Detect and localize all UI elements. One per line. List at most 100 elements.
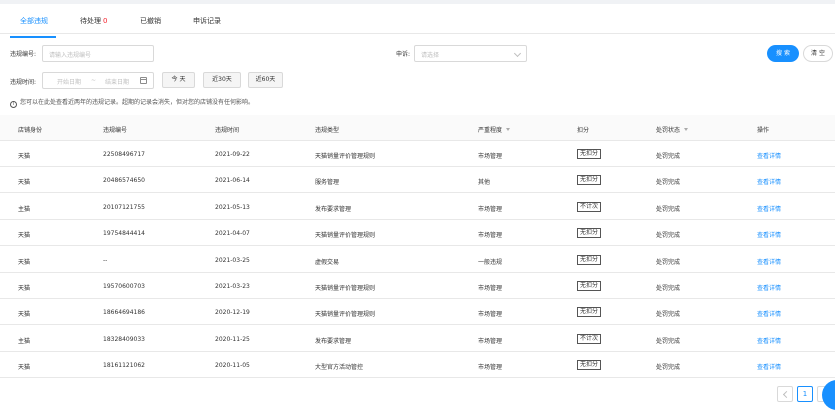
cell-violation-time: 2021-04-07 (215, 230, 250, 238)
cell-store-identity: 主猫 (18, 337, 31, 345)
violation-no-placeholder: 请输入违规编号 (49, 52, 92, 59)
date-range-separator: ~ (91, 77, 97, 84)
cell-deduction: 无扣分 (577, 281, 602, 291)
cell-severity: 市场管理 (478, 364, 503, 372)
chevron-down-icon (513, 49, 522, 58)
view-details-link[interactable]: 查看详情 (757, 151, 781, 160)
cell-deduction: 无扣分 (577, 149, 602, 159)
table-row: 天猫 19570600703 2021-03-23 天猫销量评价管理规则 市场管理 无扣分… (0, 273, 835, 299)
quick-30-days-button[interactable]: 近30天 (203, 72, 241, 88)
cell-violation-time: 2021-09-22 (215, 151, 250, 158)
col-penalty-status[interactable]: 处罚状态 (656, 125, 689, 134)
cell-penalty-status: 处罚完成 (656, 205, 681, 213)
cell-penalty-status: 处罚完成 (656, 153, 681, 160)
cell-deduction: 无扣分 (577, 254, 602, 265)
view-details-link[interactable]: 查看详情 (757, 309, 781, 318)
cell-deduction: 无扣分 (577, 175, 602, 186)
col-severity[interactable]: 严重程度 (478, 125, 511, 134)
tab-all-violations[interactable]: 全部违规 (20, 16, 48, 26)
cell-violation-type: 发布要求管理 (315, 337, 352, 345)
cell-store-identity: 天猫 (18, 153, 31, 160)
cell-deduction: 无扣分 (577, 307, 602, 318)
filter-icon[interactable] (506, 128, 511, 131)
clear-button[interactable]: 清 空 (803, 45, 833, 62)
violation-time-label: 违规时间: (10, 79, 37, 86)
cell-penalty-status: 处罚完成 (656, 232, 681, 240)
cell-violation-no: 18328409033 (103, 335, 145, 343)
cell-penalty-status: 处罚完成 (656, 258, 681, 266)
view-details-link[interactable]: 查看详情 (757, 230, 781, 239)
cell-deduction: 不计次 (577, 201, 602, 212)
violation-no-input[interactable]: 请输入违规编号 (42, 45, 154, 62)
table-row: 天猫 18664694186 2020-12-19 天猫销量评价管理规则 市场管理 无扣分… (0, 299, 835, 326)
cell-violation-no: 19570600703 (103, 283, 145, 290)
prev-page-button[interactable] (777, 386, 793, 402)
date-range-picker[interactable]: 开始日期 ~ 结束日期 (42, 72, 154, 89)
cell-severity: 一般违规 (478, 258, 503, 266)
info-tip: i 您可以在此处查看近两年的违规记录。超期的记录会消失，但对您的店铺没有任何影响。 (10, 97, 254, 108)
cell-deduction: 无扣分 (577, 228, 602, 239)
cell-severity: 市场管理 (478, 205, 503, 213)
cell-deduction: 无扣分 (577, 360, 602, 371)
tab-revoked[interactable]: 已撤销 (140, 16, 161, 26)
filter-icon[interactable] (684, 128, 689, 131)
view-details-link[interactable]: 查看详情 (757, 362, 781, 371)
view-details-link[interactable]: 查看详情 (757, 177, 781, 186)
cell-violation-no: 20107121755 (103, 203, 145, 211)
cell-violation-type: 天猫销量评价管理规则 (315, 232, 376, 240)
cell-violation-time: 2021-05-13 (215, 203, 250, 211)
view-details-link[interactable]: 查看详情 (757, 204, 781, 213)
tab-appeal-records[interactable]: 申诉记录 (193, 16, 221, 26)
table-row: 天猫 -- 2021-03-25 虚假交易 一般违规 无扣分 处罚完成 查看详情 (0, 246, 835, 273)
cell-severity: 市场管理 (478, 311, 503, 319)
cell-store-identity: 主猫 (18, 205, 31, 213)
view-details-link[interactable]: 查看详情 (757, 336, 781, 345)
view-details-link[interactable]: 查看详情 (757, 257, 781, 266)
table-row: 主猫 18328409033 2020-11-25 发布要求管理 市场管理 不计次 处罚完成… (0, 325, 835, 352)
cell-severity: 市场管理 (478, 285, 503, 292)
tab-label: 全部违规 (20, 17, 48, 25)
tab-label: 已撤销 (140, 17, 161, 25)
cell-violation-no: 18664694186 (103, 309, 145, 317)
table-row: 天猫 19754844414 2021-04-07 天猫销量评价管理规则 市场管理 无扣分… (0, 220, 835, 247)
cell-violation-type: 虚假交易 (315, 258, 340, 266)
quick-60-days-button[interactable]: 近60天 (248, 72, 283, 88)
tab-pending[interactable]: 待处理 0 (80, 16, 107, 26)
appeal-placeholder: 请选择 (421, 52, 440, 59)
col-violation-type: 违规类型 (315, 127, 340, 134)
cell-severity: 市场管理 (478, 337, 503, 345)
col-severity-label: 严重程度 (478, 127, 503, 134)
col-violation-no: 违规编号 (103, 127, 128, 134)
active-tab-underline (10, 36, 56, 38)
info-tip-text: 您可以在此处查看近两年的违规记录。超期的记录会消失，但对您的店铺没有任何影响。 (20, 99, 255, 106)
col-penalty-status-label: 处罚状态 (656, 127, 681, 134)
appeal-label: 申诉: (396, 51, 411, 58)
cell-violation-type: 天猫销量评价管理规则 (315, 153, 376, 160)
cell-violation-type: 天猫销量评价管理规则 (315, 311, 376, 319)
page-number[interactable]: 1 (797, 386, 813, 402)
cell-penalty-status: 处罚完成 (656, 285, 681, 292)
pending-count-badge: 0 (103, 17, 108, 25)
cell-penalty-status: 处罚完成 (656, 337, 681, 345)
table-row: 天猫 18161121062 2020-11-05 大型官方活动管控 市场管理 无扣分 处罚… (0, 352, 835, 379)
cell-violation-time: 2021-06-14 (215, 177, 250, 185)
cell-violation-time: 2020-12-19 (215, 309, 250, 317)
start-date-placeholder: 开始日期 (57, 79, 82, 86)
cell-violation-type: 大型官方活动管控 (315, 364, 364, 372)
cell-violation-type: 服务管理 (315, 179, 340, 187)
cell-deduction: 不计次 (577, 333, 602, 344)
calendar-icon (140, 77, 147, 84)
cell-violation-no: 20486574650 (103, 177, 145, 185)
view-details-link[interactable]: 查看详情 (757, 283, 781, 292)
cell-violation-no: 22508496717 (103, 151, 145, 158)
table-row: 主猫 20107121755 2021-05-13 发布要求管理 市场管理 不计次 处罚完成… (0, 193, 835, 220)
cell-store-identity: 天猫 (18, 258, 31, 266)
cell-penalty-status: 处罚完成 (656, 364, 681, 372)
appeal-select[interactable]: 请选择 (414, 45, 527, 62)
cell-violation-no: 18161121062 (103, 362, 145, 370)
cell-penalty-status: 处罚完成 (656, 179, 681, 187)
col-operation: 操作 (757, 127, 770, 134)
quick-today-button[interactable]: 今 天 (162, 72, 195, 88)
search-button[interactable]: 搜 索 (767, 45, 799, 62)
cell-violation-time: 2021-03-25 (215, 256, 250, 264)
